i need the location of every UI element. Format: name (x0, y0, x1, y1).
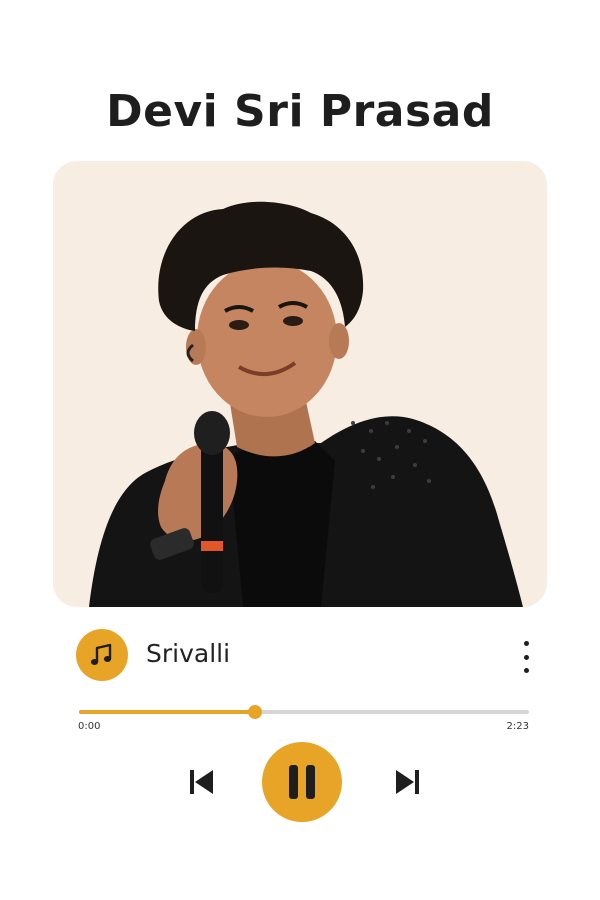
elapsed-time: 0:00 (78, 721, 101, 732)
artist-photo (53, 161, 547, 607)
more-vertical-icon[interactable] (516, 641, 536, 673)
now-playing-row: Srivalli (76, 629, 536, 683)
artist-name: Devi Sri Prasad (106, 86, 494, 137)
seek-progress (79, 710, 255, 714)
seek-bar[interactable] (79, 705, 529, 719)
skip-next-icon[interactable] (391, 765, 425, 799)
music-note-icon[interactable] (76, 629, 128, 681)
pause-icon[interactable] (262, 742, 342, 822)
skip-previous-icon[interactable] (184, 765, 218, 799)
track-title: Srivalli (146, 639, 231, 668)
total-time: 2:23 (506, 721, 529, 732)
artist-photo-illustration (89, 201, 523, 607)
seek-thumb[interactable] (247, 705, 262, 719)
